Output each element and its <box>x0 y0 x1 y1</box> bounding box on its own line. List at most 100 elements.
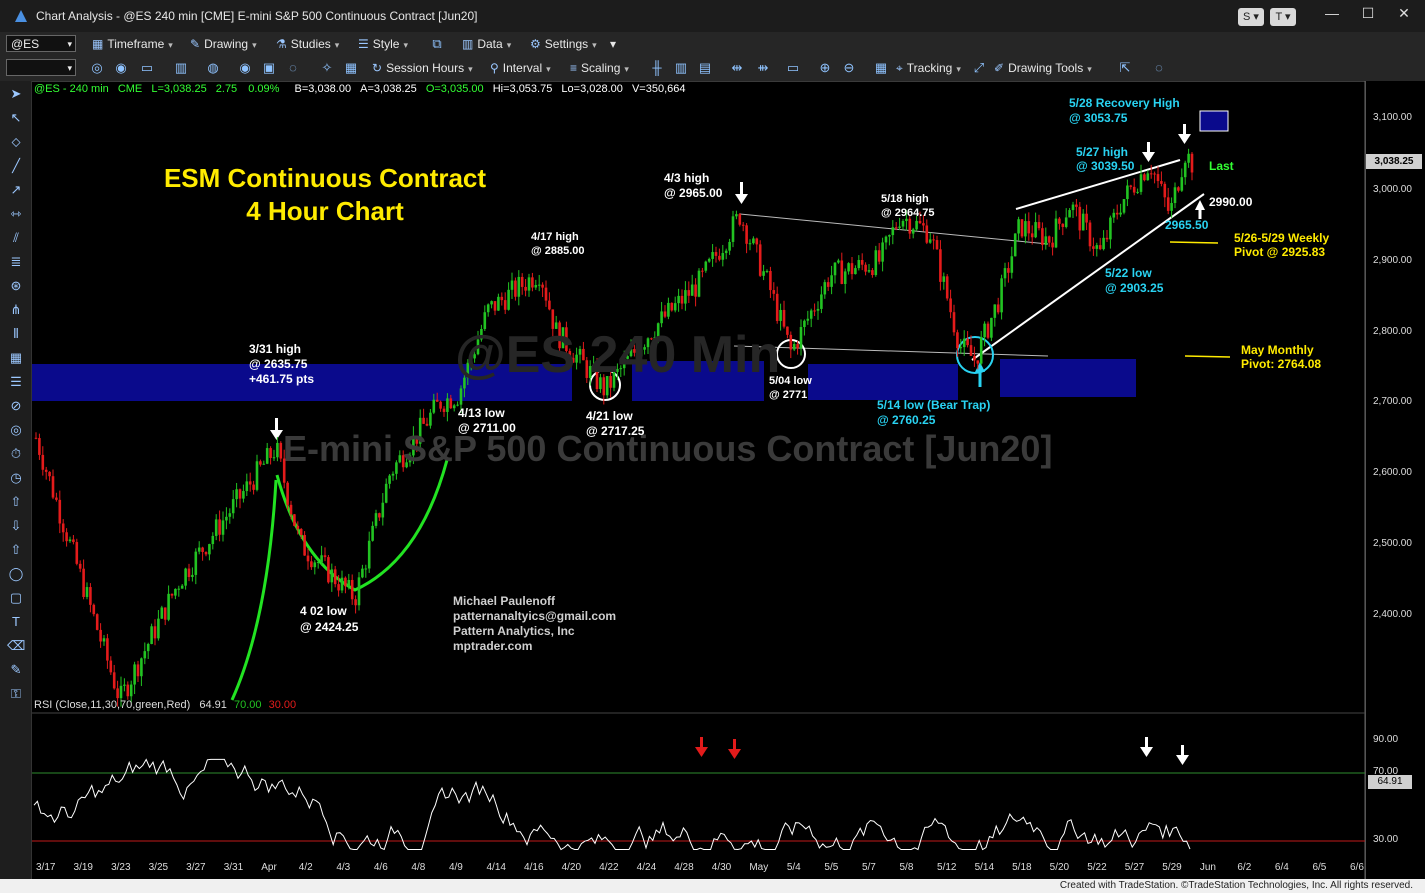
candle-body <box>391 473 395 476</box>
candle-body <box>116 688 119 699</box>
candle-body <box>452 405 456 409</box>
session-hours-menu[interactable]: ↻ Session Hours ▾ <box>372 61 473 75</box>
annot-522-price: @ 2903.25 <box>1105 281 1164 295</box>
data-menu[interactable]: ▥ Data ▾ <box>462 37 511 51</box>
main-toolbar: @ES ▾ ▦ Timeframe ▾ ✎ Drawing ▾ ⚗ Studies ▾ ☰ St… <box>0 32 1425 57</box>
candle-body <box>1136 191 1139 193</box>
date-tick: 5/12 <box>937 862 957 873</box>
candle-body <box>55 497 58 500</box>
pitchfork-icon[interactable]: ⋔ <box>7 301 25 319</box>
gann-icon[interactable]: ⊘ <box>7 397 25 415</box>
price-axis[interactable] <box>1365 81 1425 879</box>
grid-icon[interactable]: ▦ <box>342 60 360 76</box>
snapshot-icon[interactable]: ◌ <box>284 60 302 75</box>
text-icon[interactable]: T <box>7 613 25 631</box>
frame-icon[interactable]: ▭ <box>784 60 802 76</box>
interval-menu[interactable]: ⚲ Interval ▾ <box>490 61 551 75</box>
link-time-button[interactable]: T ▾ <box>1270 8 1296 26</box>
zoom-in-icon[interactable]: ⊕ <box>816 60 834 76</box>
bars2-icon[interactable]: ▥ <box>672 60 690 76</box>
table-icon[interactable]: ▦ <box>872 60 890 76</box>
monthly-pivot-price: Pivot: 2764.08 <box>1241 357 1322 371</box>
color-picker-icon[interactable]: ✎ <box>7 661 25 679</box>
window-icon[interactable]: ▭ <box>138 60 156 76</box>
symbol-input[interactable]: @ES ▾ <box>6 35 76 52</box>
more-icon[interactable]: ▾ <box>610 37 616 51</box>
footer-bar: Created with TradeStation. ©TradeStation… <box>0 879 1425 893</box>
timer-icon[interactable]: ⏱ <box>7 445 25 463</box>
drawing-tools-menu[interactable]: ✐ Drawing Tools ▾ <box>994 61 1092 75</box>
style-menu[interactable]: ☰ Style ▾ <box>358 37 408 51</box>
candle-body <box>228 513 232 517</box>
scaling-menu[interactable]: ≡ Scaling ▾ <box>570 61 629 75</box>
layout-icon[interactable]: ⧉ <box>428 36 446 52</box>
candle-body <box>806 318 810 321</box>
compress-icon[interactable]: ⇹ <box>728 60 746 76</box>
annot-331-title: 3/31 high <box>249 342 302 356</box>
ellipse-icon[interactable]: ◯ <box>7 565 25 583</box>
candle-body <box>65 532 68 542</box>
candle-body <box>956 332 959 349</box>
candle-body <box>119 685 123 699</box>
candle-body <box>718 255 721 260</box>
timeframe-menu[interactable]: ▦ Timeframe ▾ <box>92 37 173 51</box>
rectangle-icon[interactable]: ▢ <box>7 589 25 607</box>
magic-icon[interactable]: ✧ <box>318 60 336 76</box>
bars-icon[interactable]: ╫ <box>648 60 666 75</box>
chat-icon[interactable]: ◌ <box>1150 60 1168 75</box>
trendline-icon[interactable]: ╱ <box>7 157 25 175</box>
candle-body <box>150 626 153 644</box>
link-symbol-button[interactable]: S ▾ <box>1238 8 1264 26</box>
record-icon[interactable]: ◉ <box>236 60 254 76</box>
settings-menu[interactable]: ⚙ Settings ▾ <box>530 37 597 51</box>
export-icon[interactable]: ⇱ <box>1116 60 1134 76</box>
time-icon[interactable]: ◷ <box>7 469 25 487</box>
target-icon[interactable]: ◉ <box>112 60 130 76</box>
spiral-icon[interactable]: ◎ <box>7 421 25 439</box>
studies-menu[interactable]: ⚗ Studies ▾ <box>276 37 339 51</box>
vertical-bars-icon[interactable]: ⦀ <box>7 325 25 343</box>
grid-tool-icon[interactable]: ▦ <box>7 349 25 367</box>
channel-icon[interactable]: ⫽ <box>7 229 25 247</box>
candle-body <box>197 547 201 552</box>
candle-body <box>446 398 449 412</box>
speed-lines-icon[interactable]: ☰ <box>7 373 25 391</box>
arrow-tool-icon[interactable]: ⇧ <box>7 541 25 559</box>
rsi-arrows <box>695 737 1189 765</box>
interval-input[interactable]: ▾ <box>6 59 76 76</box>
candle-body <box>364 568 368 570</box>
chart-type-icon[interactable]: ▥ <box>172 60 190 76</box>
minimize-icon[interactable]: — <box>1320 5 1344 21</box>
horizontal-line-icon[interactable]: ⇿ <box>7 205 25 223</box>
pointer-icon[interactable]: ➤ <box>7 85 25 103</box>
author-company: Pattern Analytics, Inc <box>453 624 575 638</box>
close-icon[interactable]: ✕ <box>1392 5 1416 22</box>
eraser-icon[interactable]: ⌫ <box>7 637 25 655</box>
cycle-icon[interactable]: ◍ <box>204 60 222 76</box>
refresh-icon[interactable]: ◎ <box>88 60 106 76</box>
candle-body <box>701 270 704 272</box>
maximize-icon[interactable]: ☐ <box>1356 5 1380 22</box>
candle-body <box>820 294 823 309</box>
zoom-out-icon[interactable]: ⊖ <box>840 60 858 76</box>
candle-body <box>1190 153 1194 173</box>
arrow-pointer-icon[interactable]: ↖ <box>7 109 25 127</box>
fib-icon[interactable]: ≣ <box>7 253 25 271</box>
save-icon[interactable]: ▣ <box>260 60 278 76</box>
annot-413-title: 4/13 low <box>458 406 505 420</box>
down-arrow-tool-icon[interactable]: ⇩ <box>7 517 25 535</box>
bars3-icon[interactable]: ▤ <box>696 60 714 76</box>
ray-icon[interactable]: ↗ <box>7 181 25 199</box>
candle-body <box>1115 212 1119 215</box>
fullscreen-icon[interactable]: ⤢ <box>970 60 988 76</box>
candle-body <box>1037 222 1041 229</box>
expand-icon[interactable]: ⇻ <box>754 60 772 76</box>
date-tick: Jun <box>1199 862 1216 873</box>
hand-icon[interactable]: ⬦ <box>7 133 25 151</box>
up-arrow-tool-icon[interactable]: ⇧ <box>7 493 25 511</box>
cycle-tool-icon[interactable]: ⊛ <box>7 277 25 295</box>
tracking-menu[interactable]: ⌖ Tracking ▾ <box>896 61 961 76</box>
drawing-menu[interactable]: ✎ Drawing ▾ <box>190 37 257 51</box>
candle-body <box>816 308 820 311</box>
lock-icon[interactable]: ⚿ <box>7 685 25 703</box>
